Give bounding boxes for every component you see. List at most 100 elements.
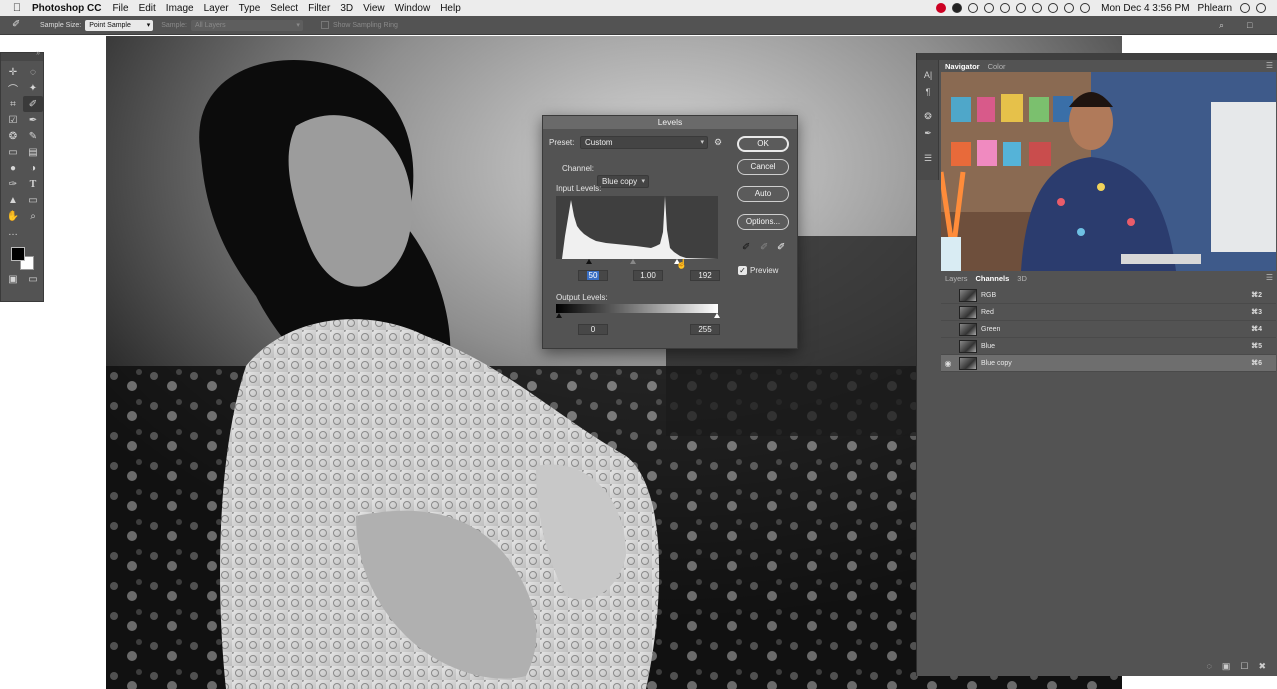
menu-image[interactable]: Image — [166, 3, 194, 14]
pen-tool-icon[interactable]: ✑ — [3, 176, 23, 192]
show-sampling-ring-checkbox[interactable] — [320, 21, 329, 29]
properties-panel-icon[interactable]: ☰ — [917, 150, 939, 167]
search-icon[interactable]: ⌕ — [1219, 20, 1231, 31]
stamp-tool-icon[interactable]: ❂ — [3, 128, 23, 144]
blur-tool-icon[interactable]: ● — [3, 160, 23, 176]
menu-select[interactable]: Select — [270, 3, 298, 14]
input-white-field[interactable]: 192 — [690, 270, 720, 281]
tab-navigator[interactable]: Navigator — [941, 62, 984, 71]
preset-dropdown[interactable]: Custom — [580, 136, 708, 149]
marquee-tool-icon[interactable]: ◌ — [23, 64, 43, 80]
menu-help[interactable]: Help — [440, 3, 461, 14]
history-brush-tool-icon[interactable]: ✎ — [23, 128, 43, 144]
quick-mask-icon[interactable]: ▣ — [3, 271, 23, 287]
menu-type[interactable]: Type — [239, 3, 261, 14]
menubar-user[interactable]: Phlearn — [1198, 3, 1232, 14]
workspace-icon[interactable]: □ — [1247, 20, 1259, 31]
screen-record-icon[interactable] — [936, 3, 947, 13]
menu-view[interactable]: View — [363, 3, 385, 14]
save-selection-icon[interactable]: ▣ — [1222, 661, 1231, 672]
paragraph-panel-icon[interactable]: ¶ — [917, 83, 939, 100]
menu-layer[interactable]: Layer — [204, 3, 229, 14]
crop-tool-icon[interactable]: ⌗ — [3, 96, 23, 112]
shape-tool-icon[interactable]: ▭ — [23, 192, 43, 208]
cancel-button[interactable]: Cancel — [737, 159, 789, 175]
menu-edit[interactable]: Edit — [139, 3, 156, 14]
lasso-tool-icon[interactable]: ⌒ — [3, 80, 23, 96]
menu-3d[interactable]: 3D — [340, 3, 353, 14]
output-black-field[interactable]: 0 — [578, 324, 608, 335]
black-point-eyedropper-icon[interactable]: ✐ — [742, 242, 750, 253]
white-point-eyedropper-icon[interactable]: ✐ — [777, 242, 785, 253]
wifi-icon[interactable] — [1032, 3, 1043, 13]
brush-settings-icon[interactable]: ✒ — [917, 125, 939, 142]
sync-icon[interactable] — [968, 3, 979, 13]
tab-color[interactable]: Color — [984, 62, 1010, 71]
eye-icon[interactable]: ◉ — [941, 359, 955, 368]
channel-row-rgb[interactable]: RGB ⌘2 — [941, 287, 1276, 304]
menu-filter[interactable]: Filter — [308, 3, 330, 14]
input-gamma-field[interactable]: 1.00 — [633, 270, 663, 281]
clone-source-icon[interactable]: ❂ — [917, 108, 939, 125]
channels-menu-icon[interactable]: ☰ — [1266, 273, 1273, 282]
eraser-tool-icon[interactable]: ▭ — [3, 144, 23, 160]
spotlight-search-icon[interactable] — [1240, 3, 1250, 13]
trash-icon[interactable]: ✖ — [1258, 661, 1266, 672]
eyedropper-tool-preset-icon[interactable]: ✐ — [12, 19, 24, 31]
type-tool-icon[interactable]: T — [23, 176, 43, 192]
bluetooth-icon[interactable] — [1016, 3, 1027, 13]
menubar-clock[interactable]: Mon Dec 4 3:56 PM — [1101, 3, 1189, 14]
app-name-menu[interactable]: Photoshop CC — [32, 3, 101, 14]
tab-3d[interactable]: 3D — [1013, 274, 1031, 283]
hand-tool-icon[interactable]: ✋ — [3, 208, 23, 224]
options-button[interactable]: Options... — [737, 214, 789, 230]
output-black-slider[interactable] — [556, 313, 562, 318]
sample-size-select[interactable]: Point Sample — [85, 19, 154, 31]
input-black-field[interactable]: 50 — [578, 270, 608, 281]
airplay-icon[interactable] — [1048, 3, 1059, 13]
gradient-tool-icon[interactable]: ▤ — [23, 144, 43, 160]
preview-checkbox[interactable]: ✓ — [738, 266, 747, 275]
ok-button[interactable]: OK — [737, 136, 789, 152]
screen-mode-icon[interactable]: ▭ — [23, 271, 43, 287]
notification-center-icon[interactable] — [1256, 3, 1266, 13]
foreground-color-swatch[interactable] — [11, 247, 25, 261]
menu-file[interactable]: File — [112, 3, 128, 14]
navigator-menu-icon[interactable]: ☰ — [1266, 61, 1273, 70]
sample-select[interactable]: All Layers — [190, 19, 303, 31]
creative-cloud-icon[interactable] — [952, 3, 963, 13]
channel-row-blue[interactable]: Blue ⌘5 — [941, 338, 1276, 355]
gray-point-eyedropper-icon[interactable]: ✐ — [760, 242, 768, 253]
move-tool-icon[interactable]: ✛ — [3, 64, 23, 80]
new-channel-icon[interactable]: ☐ — [1240, 661, 1248, 672]
output-white-field[interactable]: 255 — [690, 324, 720, 335]
magic-wand-tool-icon[interactable]: ✦ — [23, 80, 43, 96]
tools-panel-header[interactable] — [1, 50, 43, 61]
eyedropper-tool-icon[interactable]: ✐ — [23, 96, 43, 112]
output-white-slider[interactable] — [714, 313, 720, 318]
auto-button[interactable]: Auto — [737, 186, 789, 202]
frame-tool-icon[interactable]: ☑ — [3, 112, 23, 128]
brush-tool-icon[interactable]: ✒ — [23, 112, 43, 128]
volume-icon[interactable] — [1080, 3, 1091, 13]
preset-options-gear-icon[interactable]: ⚙ — [714, 137, 722, 148]
menu-window[interactable]: Window — [395, 3, 431, 14]
panel-dock-header[interactable] — [917, 53, 1277, 60]
history-icon[interactable] — [1000, 3, 1011, 13]
load-selection-icon[interactable]: ◌ — [1207, 661, 1212, 671]
channel-row-blue-copy[interactable]: ◉ Blue copy ⌘6 — [941, 355, 1276, 372]
channel-row-green[interactable]: Green ⌘4 — [941, 321, 1276, 338]
time-machine-icon[interactable] — [984, 3, 995, 13]
tab-layers[interactable]: Layers — [941, 274, 972, 283]
eject-icon[interactable] — [1064, 3, 1075, 13]
path-selection-tool-icon[interactable]: ▲ — [3, 192, 23, 208]
zoom-tool-icon[interactable]: ⌕ — [23, 208, 43, 224]
channel-row-red[interactable]: Red ⌘3 — [941, 304, 1276, 321]
dodge-tool-icon[interactable]: ◑ — [23, 160, 43, 176]
input-black-slider[interactable] — [586, 259, 592, 264]
channel-dropdown[interactable]: Blue copy — [597, 175, 649, 188]
navigator-preview[interactable] — [941, 72, 1276, 271]
apple-icon[interactable]:  — [10, 2, 24, 14]
dialog-title[interactable]: Levels — [543, 116, 797, 129]
tab-channels[interactable]: Channels — [972, 274, 1014, 283]
